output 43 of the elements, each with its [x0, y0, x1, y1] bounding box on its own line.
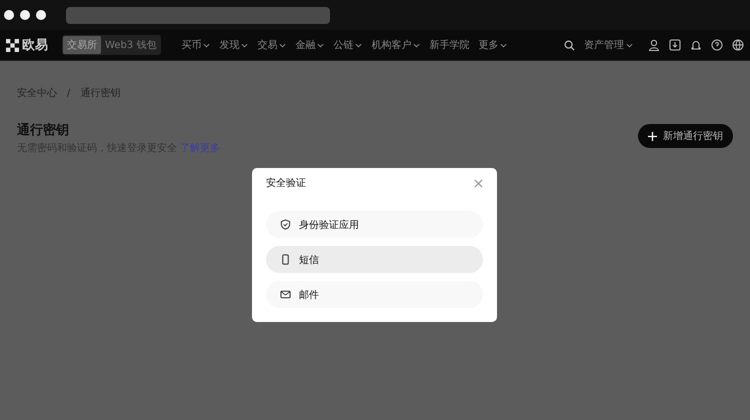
caret-icon: [413, 42, 420, 48]
mail-icon: [280, 289, 291, 300]
globe-icon[interactable]: [732, 39, 744, 51]
search-icon[interactable]: [564, 40, 575, 50]
help-icon[interactable]: [711, 39, 723, 51]
nav-menu-item[interactable]: 金融: [295, 38, 324, 52]
window-dot[interactable]: [20, 10, 30, 20]
logo-icon[interactable]: [6, 38, 19, 52]
assets-menu[interactable]: 资产管理: [584, 38, 633, 52]
nav-menu-item[interactable]: 机构客户: [371, 38, 420, 52]
page-title: 通行密钥: [17, 122, 70, 139]
verification-option[interactable]: 短信: [266, 246, 483, 273]
nav-menu-item[interactable]: 交易: [257, 38, 286, 52]
close-icon[interactable]: [474, 178, 483, 188]
dialog-title: 安全验证: [266, 176, 306, 190]
window-dot[interactable]: [36, 10, 46, 20]
download-icon[interactable]: [669, 39, 681, 51]
plus-icon: [648, 132, 657, 140]
breadcrumb-item: 通行密钥: [80, 86, 120, 100]
nav-menu-item[interactable]: 发现: [219, 38, 248, 52]
user-icon[interactable]: [648, 39, 660, 51]
nav-menu-item[interactable]: 公链: [333, 38, 362, 52]
nav-menu-item[interactable]: 新手学院: [429, 38, 470, 52]
window-dot[interactable]: [4, 10, 14, 20]
caret-icon: [355, 42, 362, 48]
caret-icon: [500, 42, 508, 48]
shield-icon: [280, 219, 291, 230]
verification-option[interactable]: 身份验证应用: [266, 211, 483, 238]
nav-menu-item[interactable]: 买币: [181, 38, 210, 52]
mode-tab[interactable]: Web3 钱包: [101, 36, 160, 54]
logo-text[interactable]: 欧易: [22, 36, 48, 54]
caret-icon: [203, 42, 210, 48]
mode-tab[interactable]: 交易所: [63, 36, 101, 54]
bell-icon[interactable]: [690, 39, 702, 51]
add-passkey-button[interactable]: 新增通行密钥: [638, 124, 733, 148]
verification-option[interactable]: 邮件: [266, 281, 483, 308]
breadcrumb-separator: /: [67, 88, 70, 98]
caret-icon: [241, 42, 248, 48]
caret-icon: [626, 42, 633, 48]
nav-menu-item[interactable]: 更多: [478, 38, 508, 52]
phone-icon: [280, 254, 291, 265]
caret-icon: [279, 42, 286, 48]
caret-icon: [317, 42, 324, 48]
